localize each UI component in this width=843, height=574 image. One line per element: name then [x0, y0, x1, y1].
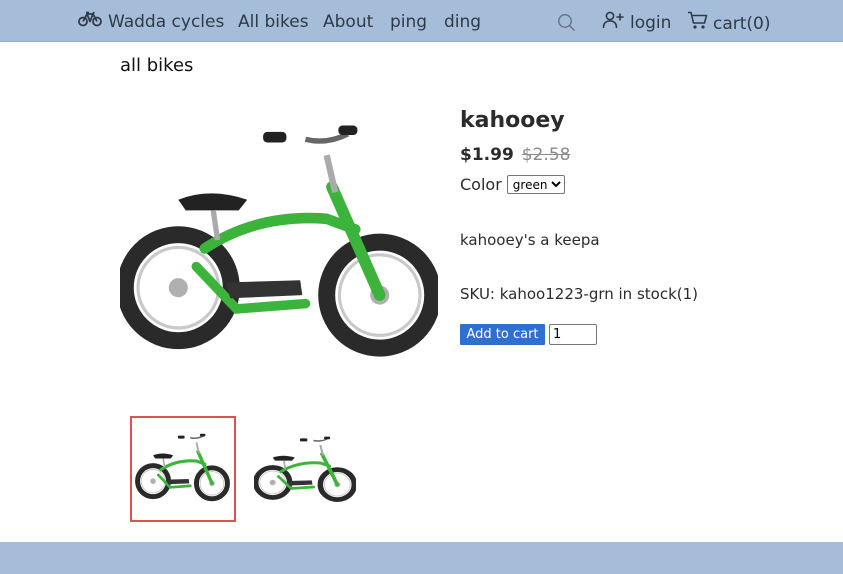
nav-link-ding[interactable]: ding [444, 11, 481, 33]
product-main-image [120, 110, 438, 370]
breadcrumb[interactable]: all bikes [120, 55, 193, 76]
nav-link-ping[interactable]: ping [390, 11, 427, 33]
cart-label: cart(0) [713, 13, 771, 34]
color-row: Color green [460, 175, 565, 194]
top-navigation-bar: Wadda cycles All bikes About ping ding l… [0, 0, 843, 42]
nav-link-about[interactable]: About [323, 11, 373, 33]
thumbnail-1[interactable] [130, 416, 236, 522]
quantity-input[interactable] [549, 324, 597, 345]
cart-link[interactable]: cart(0) [687, 11, 771, 36]
bicycle-icon [78, 11, 102, 33]
original-price: $2.58 [521, 145, 571, 165]
cart-icon [687, 11, 708, 36]
thumbnail-2[interactable] [252, 416, 358, 522]
brand-link[interactable]: Wadda cycles [78, 11, 224, 33]
price-row: $1.99 $2.58 [460, 145, 570, 165]
nav-link-all-bikes[interactable]: All bikes [238, 11, 309, 33]
product-title: kahooey [460, 108, 565, 133]
login-link[interactable]: login [602, 11, 671, 35]
login-label: login [630, 13, 672, 33]
search-icon[interactable] [557, 13, 576, 36]
footer-bar [0, 542, 843, 574]
add-to-cart-row: Add to cart [460, 324, 597, 345]
sku-stock-text: SKU: kahoo1223-grn in stock(1) [460, 285, 699, 303]
current-price: $1.99 [460, 145, 514, 165]
color-select[interactable]: green [506, 175, 565, 194]
brand-label: Wadda cycles [108, 12, 225, 32]
add-to-cart-button[interactable]: Add to cart [460, 324, 545, 345]
color-label: Color [460, 175, 502, 194]
product-description: kahooey's a keepa [460, 231, 600, 249]
add-user-icon [602, 11, 624, 35]
